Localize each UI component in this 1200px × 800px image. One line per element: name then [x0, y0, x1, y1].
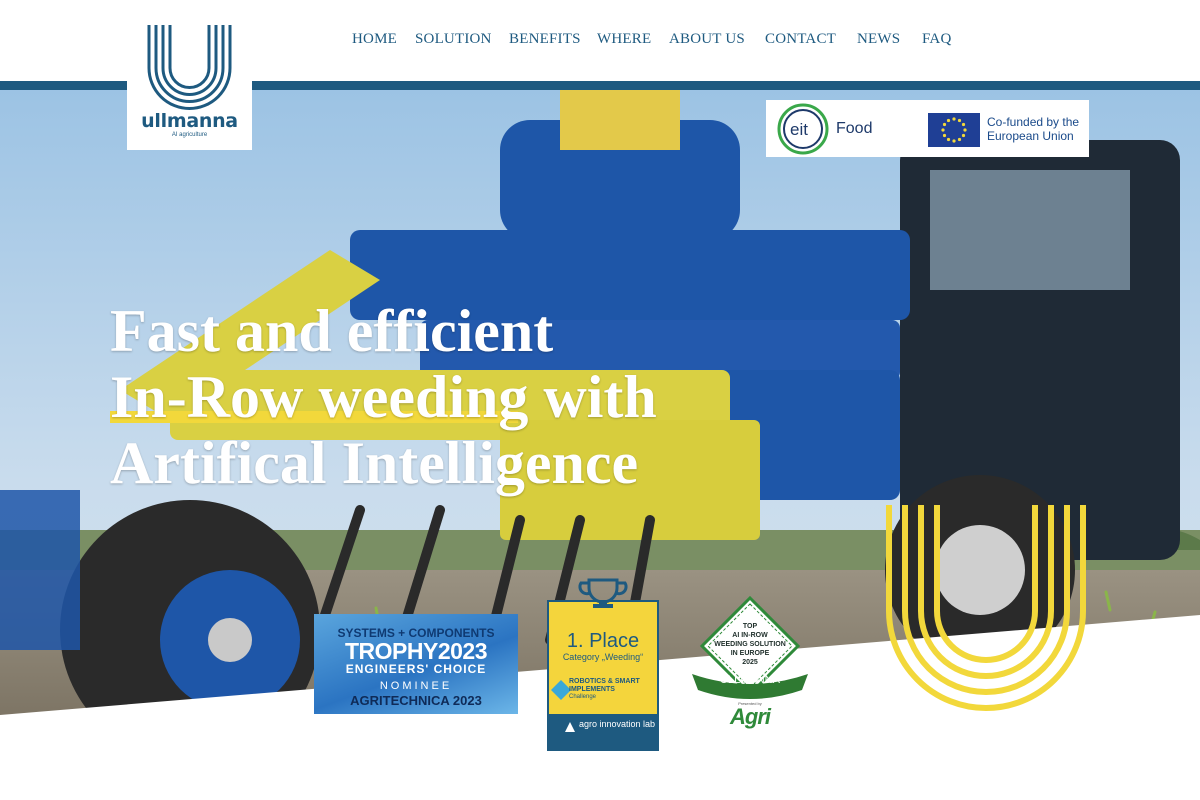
hero-headline-line-2: In-Row weeding with	[110, 364, 657, 430]
top-award-ribbon: ULLMANNA	[720, 674, 780, 686]
top-award-line-1: TOP	[742, 623, 758, 630]
yellow-u-mark-icon	[886, 505, 1086, 711]
hero-headline-line-1: Fast and efficient	[110, 298, 554, 364]
top-award-line-2: AI IN-ROW	[732, 632, 768, 639]
eit-food-label: Food	[836, 120, 873, 137]
robotics-diamond-icon	[551, 680, 571, 700]
agri-publisher-logo: Agri	[730, 704, 771, 729]
trophy-cup-icon	[578, 578, 628, 608]
trophy-line-2: TROPHY2023	[344, 638, 488, 664]
first-place-title: 1. Place	[566, 630, 640, 652]
hero-headline: Fast and efficient In-Row weeding with A…	[110, 298, 657, 496]
site-logo[interactable]: ullmanna AI agriculture	[127, 0, 252, 150]
first-place-robotics: ROBOTICS & SMART IMPLEMENTS	[569, 678, 640, 693]
agro-lab-icon	[565, 722, 575, 732]
top-award-line-4: IN EUROPE	[730, 650, 770, 657]
first-place-challenge: Challenge	[569, 694, 597, 700]
nav-solution[interactable]: SOLUTION	[415, 31, 492, 48]
logo-wordmark: ullmanna	[141, 110, 238, 132]
trophy-line-3: ENGINEERS' CHOICE	[345, 662, 487, 676]
nav-news[interactable]: NEWS	[857, 31, 900, 48]
eu-cofunded-label: Co-funded by the European Union	[987, 115, 1080, 143]
nav-contact[interactable]: CONTACT	[765, 31, 836, 48]
trophy-line-5: AGRITECHNICA 2023	[350, 693, 482, 708]
first-place-org: agro innovation lab	[579, 719, 656, 729]
eu-flag-icon	[928, 113, 980, 147]
top-award-line-5: 2025	[742, 659, 758, 666]
top-award-line-3: WEEDING SOLUTION	[714, 641, 786, 648]
logo-tagline: AI agriculture	[171, 132, 208, 138]
nav-benefits[interactable]: BENEFITS	[509, 31, 581, 48]
first-place-category: Category „Weeding“	[562, 652, 644, 662]
nav-where[interactable]: WHERE	[597, 31, 651, 48]
nav-faq[interactable]: FAQ	[922, 31, 952, 48]
nav-about-us[interactable]: ABOUT US	[669, 31, 745, 48]
eit-mark-text: eit	[790, 120, 808, 139]
award-first-place-badge: 1. Place Category „Weeding“ ROBOTICS & S…	[547, 578, 659, 751]
logo-u-icon	[147, 25, 232, 110]
trophy-line-4: NOMINEE	[379, 680, 453, 692]
nav-home[interactable]: HOME	[352, 31, 397, 48]
hero-headline-line-3: Artifical Intelligence	[110, 430, 639, 496]
award-top-weeding-badge: TOP AI IN-ROW WEEDING SOLUTION IN EUROPE…	[690, 594, 810, 739]
award-trophy-badge: SYSTEMS + COMPONENTS TROPHY2023 ENGINEER…	[314, 614, 518, 714]
